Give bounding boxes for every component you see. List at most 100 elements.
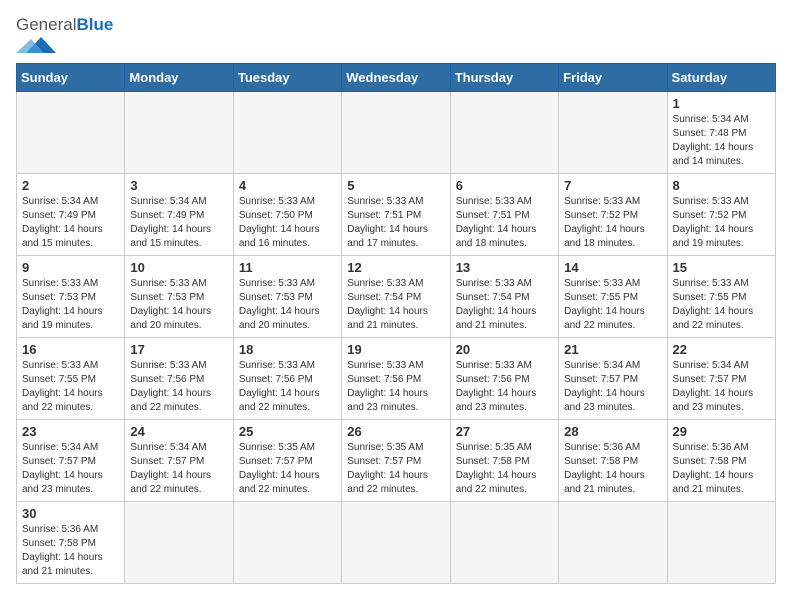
calendar-cell: 7 Sunrise: 5:33 AM Sunset: 7:52 PM Daylig…: [559, 173, 667, 255]
day-number: 12: [347, 260, 444, 275]
day-info: Sunrise: 5:33 AM Sunset: 7:52 PM Dayligh…: [564, 195, 661, 251]
calendar-cell: 30Sunrise: 5:36 AM Sunset: 7:58 PM Dayli…: [17, 501, 125, 583]
calendar-cell: 4 Sunrise: 5:33 AM Sunset: 7:50 PM Daylig…: [233, 173, 341, 255]
day-number: 15: [673, 260, 770, 275]
calendar-cell: [450, 91, 558, 173]
day-number: 24: [130, 424, 227, 439]
calendar-header: SundayMondayTuesdayWednesdayThursdayFrid…: [17, 63, 776, 91]
calendar-cell: 6 Sunrise: 5:33 AM Sunset: 7:51 PM Daylig…: [450, 173, 558, 255]
day-number: 29: [673, 424, 770, 439]
calendar-cell: [17, 91, 125, 173]
calendar-cell: 22Sunrise: 5:34 AM Sunset: 7:57 PM Dayli…: [667, 337, 775, 419]
calendar-cell: 5Sunrise: 5:33 AM Sunset: 7:51 PM Daylig…: [342, 173, 450, 255]
logo-area: GeneralBlue: [16, 16, 113, 55]
day-header-tuesday: Tuesday: [233, 63, 341, 91]
day-number: 2: [22, 178, 119, 193]
day-number: 18: [239, 342, 336, 357]
calendar-cell: 13Sunrise: 5:33 AM Sunset: 7:54 PM Dayli…: [450, 255, 558, 337]
day-info: Sunrise: 5:33 AM Sunset: 7:51 PM Dayligh…: [456, 195, 553, 251]
day-number: 7: [564, 178, 661, 193]
day-number: 20: [456, 342, 553, 357]
day-number: 14: [564, 260, 661, 275]
day-number: 4: [239, 178, 336, 193]
day-number: 23: [22, 424, 119, 439]
day-info: Sunrise: 5:33 AM Sunset: 7:54 PM Dayligh…: [347, 277, 444, 333]
day-number: 19: [347, 342, 444, 357]
calendar-cell: [125, 501, 233, 583]
day-info: Sunrise: 5:36 AM Sunset: 7:58 PM Dayligh…: [564, 441, 661, 497]
day-number: 16: [22, 342, 119, 357]
day-number: 25: [239, 424, 336, 439]
calendar-cell: 24Sunrise: 5:34 AM Sunset: 7:57 PM Dayli…: [125, 419, 233, 501]
day-number: 10: [130, 260, 227, 275]
day-number: 27: [456, 424, 553, 439]
day-number: 28: [564, 424, 661, 439]
day-info: Sunrise: 5:33 AM Sunset: 7:53 PM Dayligh…: [22, 277, 119, 333]
day-number: 22: [673, 342, 770, 357]
calendar-cell: 1Sunrise: 5:34 AM Sunset: 7:48 PM Daylig…: [667, 91, 775, 173]
day-number: 11: [239, 260, 336, 275]
week-row-5: 30Sunrise: 5:36 AM Sunset: 7:58 PM Dayli…: [17, 501, 776, 583]
day-number: 26: [347, 424, 444, 439]
calendar-cell: [342, 501, 450, 583]
calendar-cell: 28 Sunrise: 5:36 AM Sunset: 7:58 PM Dayli…: [559, 419, 667, 501]
week-row-0: 1Sunrise: 5:34 AM Sunset: 7:48 PM Daylig…: [17, 91, 776, 173]
day-info: Sunrise: 5:35 AM Sunset: 7:57 PM Dayligh…: [347, 441, 444, 497]
day-info: Sunrise: 5:33 AM Sunset: 7:56 PM Dayligh…: [347, 359, 444, 415]
header: GeneralBlue: [16, 16, 776, 55]
calendar-cell: [559, 501, 667, 583]
calendar-cell: [233, 91, 341, 173]
day-info: Sunrise: 5:33 AM Sunset: 7:51 PM Dayligh…: [347, 195, 444, 251]
logo-text: GeneralBlue: [16, 16, 113, 35]
day-info: Sunrise: 5:34 AM Sunset: 7:49 PM Dayligh…: [22, 195, 119, 251]
day-info: Sunrise: 5:36 AM Sunset: 7:58 PM Dayligh…: [22, 523, 119, 579]
day-number: 6: [456, 178, 553, 193]
calendar-cell: 3Sunrise: 5:34 AM Sunset: 7:49 PM Daylig…: [125, 173, 233, 255]
day-info: Sunrise: 5:33 AM Sunset: 7:55 PM Dayligh…: [673, 277, 770, 333]
day-info: Sunrise: 5:34 AM Sunset: 7:57 PM Dayligh…: [22, 441, 119, 497]
calendar-cell: 8 Sunrise: 5:33 AM Sunset: 7:52 PM Daylig…: [667, 173, 775, 255]
calendar-cell: [450, 501, 558, 583]
day-info: Sunrise: 5:33 AM Sunset: 7:56 PM Dayligh…: [130, 359, 227, 415]
calendar-cell: 20 Sunrise: 5:33 AM Sunset: 7:56 PM Dayli…: [450, 337, 558, 419]
day-info: Sunrise: 5:33 AM Sunset: 7:53 PM Dayligh…: [239, 277, 336, 333]
week-row-1: 2 Sunrise: 5:34 AM Sunset: 7:49 PM Daylig…: [17, 173, 776, 255]
day-header-monday: Monday: [125, 63, 233, 91]
calendar-cell: 27 Sunrise: 5:35 AM Sunset: 7:58 PM Dayli…: [450, 419, 558, 501]
calendar-cell: [125, 91, 233, 173]
week-row-3: 16 Sunrise: 5:33 AM Sunset: 7:55 PM Dayli…: [17, 337, 776, 419]
calendar-cell: 21Sunrise: 5:34 AM Sunset: 7:57 PM Dayli…: [559, 337, 667, 419]
day-number: 3: [130, 178, 227, 193]
calendar-table: SundayMondayTuesdayWednesdayThursdayFrid…: [16, 63, 776, 584]
day-info: Sunrise: 5:33 AM Sunset: 7:55 PM Dayligh…: [22, 359, 119, 415]
calendar-cell: 18 Sunrise: 5:33 AM Sunset: 7:56 PM Dayli…: [233, 337, 341, 419]
day-header-sunday: Sunday: [17, 63, 125, 91]
calendar-cell: 9 Sunrise: 5:33 AM Sunset: 7:53 PM Daylig…: [17, 255, 125, 337]
calendar-cell: [233, 501, 341, 583]
day-header-saturday: Saturday: [667, 63, 775, 91]
day-number: 1: [673, 96, 770, 111]
calendar-cell: 10 Sunrise: 5:33 AM Sunset: 7:53 PM Dayli…: [125, 255, 233, 337]
day-info: Sunrise: 5:36 AM Sunset: 7:58 PM Dayligh…: [673, 441, 770, 497]
calendar-cell: 2 Sunrise: 5:34 AM Sunset: 7:49 PM Daylig…: [17, 173, 125, 255]
day-info: Sunrise: 5:33 AM Sunset: 7:55 PM Dayligh…: [564, 277, 661, 333]
day-info: Sunrise: 5:33 AM Sunset: 7:56 PM Dayligh…: [456, 359, 553, 415]
day-info: Sunrise: 5:35 AM Sunset: 7:57 PM Dayligh…: [239, 441, 336, 497]
calendar-body: 1Sunrise: 5:34 AM Sunset: 7:48 PM Daylig…: [17, 91, 776, 583]
calendar-cell: 12 Sunrise: 5:33 AM Sunset: 7:54 PM Dayli…: [342, 255, 450, 337]
calendar-cell: 11 Sunrise: 5:33 AM Sunset: 7:53 PM Dayli…: [233, 255, 341, 337]
calendar-cell: [342, 91, 450, 173]
day-info: Sunrise: 5:33 AM Sunset: 7:50 PM Dayligh…: [239, 195, 336, 251]
day-info: Sunrise: 5:33 AM Sunset: 7:53 PM Dayligh…: [130, 277, 227, 333]
calendar-cell: 29 Sunrise: 5:36 AM Sunset: 7:58 PM Dayli…: [667, 419, 775, 501]
day-number: 8: [673, 178, 770, 193]
day-info: Sunrise: 5:35 AM Sunset: 7:58 PM Dayligh…: [456, 441, 553, 497]
day-number: 21: [564, 342, 661, 357]
day-number: 13: [456, 260, 553, 275]
calendar-cell: [559, 91, 667, 173]
day-header-thursday: Thursday: [450, 63, 558, 91]
day-info: Sunrise: 5:33 AM Sunset: 7:56 PM Dayligh…: [239, 359, 336, 415]
day-number: 9: [22, 260, 119, 275]
day-info: Sunrise: 5:33 AM Sunset: 7:52 PM Dayligh…: [673, 195, 770, 251]
day-header-friday: Friday: [559, 63, 667, 91]
